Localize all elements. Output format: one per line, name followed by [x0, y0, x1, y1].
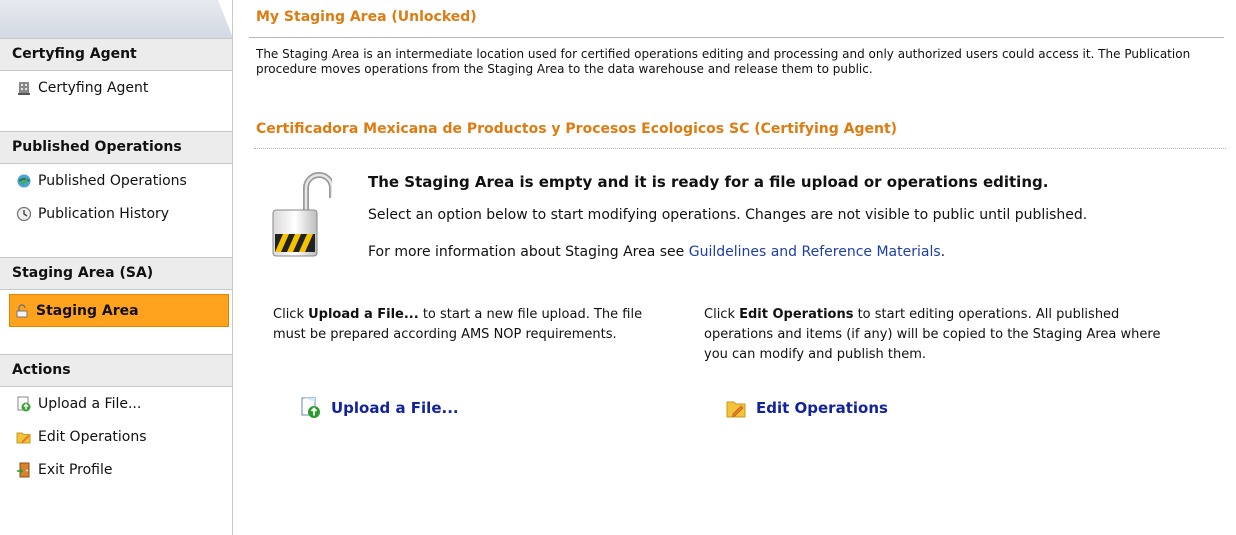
sidebar-item-label: Certyfing Agent [38, 79, 149, 96]
folder-edit-icon [726, 401, 746, 418]
more-info-suffix: . [940, 244, 946, 260]
sidebar: Certyfing Agent Certyfing Agent Publishe… [0, 0, 233, 535]
edit-description: Click Edit Operations to start editing o… [704, 305, 1184, 365]
empty-staging-title: The Staging Area is empty and it is read… [368, 173, 1049, 191]
clock-history-icon [16, 206, 32, 221]
sidebar-item-exit-profile[interactable]: Exit Profile [0, 453, 232, 486]
staging-icon [16, 303, 28, 317]
sidebar-item-label: Exit Profile [38, 461, 113, 478]
sidebar-header-actions: Actions [0, 354, 232, 387]
edit-operations-button[interactable]: Edit Operations [726, 397, 888, 419]
edit-desc-prefix: Click [704, 307, 740, 322]
upload-file-button[interactable]: Upload a File... [301, 397, 459, 419]
more-info-line: For more information about Staging Area … [368, 244, 945, 260]
sidebar-item-label: Upload a File... [38, 395, 142, 412]
sidebar-item-certifying-agent[interactable]: Certyfing Agent [0, 71, 232, 104]
sidebar-item-edit-operations[interactable]: Edit Operations [0, 420, 232, 453]
empty-staging-hint: Select an option below to start modifyin… [368, 207, 1088, 223]
more-info-prefix: For more information about Staging Area … [368, 244, 689, 260]
sidebar-item-publication-history[interactable]: Publication History [0, 197, 232, 230]
sidebar-item-published-operations[interactable]: Published Operations [0, 164, 232, 197]
section-divider [254, 148, 1226, 149]
building-icon [18, 81, 30, 95]
sidebar-header-staging-area: Staging Area (SA) [0, 257, 232, 290]
upload-icon [17, 396, 31, 411]
edit-desc-bold: Edit Operations [739, 307, 854, 322]
title-divider [249, 37, 1224, 38]
sidebar-item-staging-area[interactable]: Staging Area [9, 294, 229, 327]
sidebar-item-label: Published Operations [38, 172, 187, 189]
intro-text: The Staging Area is an intermediate loca… [256, 47, 1191, 76]
edit-operations-label: Edit Operations [756, 399, 888, 417]
main-content: My Staging Area (Unlocked) The Staging A… [249, 0, 1236, 535]
exit-door-icon [17, 462, 30, 477]
sidebar-item-label: Edit Operations [38, 428, 147, 445]
sidebar-item-label: Staging Area [36, 302, 139, 319]
sidebar-header-certifying-agent: Certyfing Agent [0, 38, 232, 71]
upload-desc-bold: Upload a File... [308, 307, 419, 322]
agent-title: Certificadora Mexicana de Productos y Pr… [256, 121, 898, 137]
upload-file-label: Upload a File... [331, 399, 459, 417]
guidelines-link[interactable]: Guildelines and Reference Materials [689, 244, 941, 260]
page-title: My Staging Area (Unlocked) [256, 9, 477, 25]
sidebar-item-upload-file[interactable]: Upload a File... [0, 387, 232, 420]
upload-description: Click Upload a File... to start a new fi… [273, 305, 663, 345]
unlocked-padlock-icon [272, 172, 332, 257]
sidebar-item-label: Publication History [38, 205, 170, 222]
upload-icon [301, 397, 320, 418]
sidebar-top-tab [0, 0, 232, 38]
sidebar-header-published-operations: Published Operations [0, 131, 232, 164]
upload-desc-prefix: Click [273, 307, 309, 322]
folder-edit-icon [16, 432, 31, 443]
globe-check-icon [17, 174, 31, 187]
